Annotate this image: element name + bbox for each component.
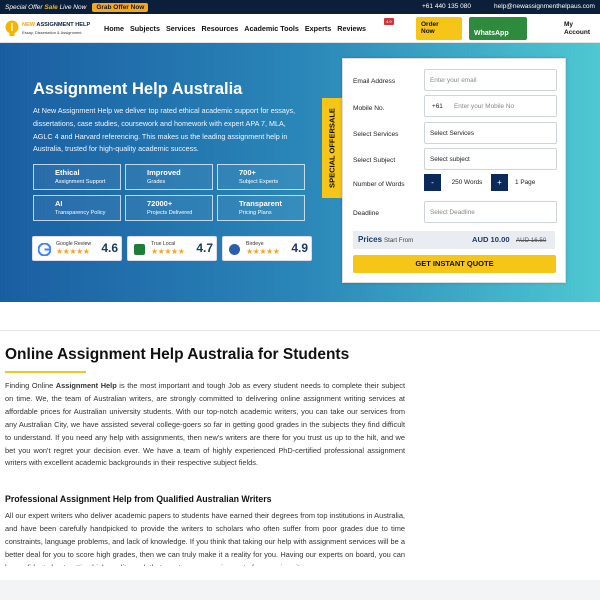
price-from: Start From [384, 236, 414, 244]
nav-item-academic-tools[interactable]: Academic Tools [244, 24, 299, 33]
offer-text: Special Offer Sale Live Now [5, 3, 87, 11]
subsection-heading: Professional Assignment Help from Qualif… [5, 494, 272, 504]
star-rating-icon: ★★★★★ [56, 247, 90, 256]
nav-item-home[interactable]: Home [104, 24, 124, 33]
heading-underline [5, 371, 86, 373]
phone-link[interactable]: +61 440 135 080 [422, 3, 471, 10]
whatsapp-button[interactable]: WhatsApp [469, 17, 527, 40]
top-bar: Special Offer Sale Live Now Grab Offer N… [0, 0, 600, 14]
feature-experts: 700+ Subject Experts [217, 164, 305, 190]
account-line2: Account [564, 29, 590, 36]
paragraph-clip: All our expert writers who deliver acade… [0, 508, 600, 566]
my-account-link[interactable]: My Account [564, 21, 590, 37]
order-now-button[interactable]: Order Now [416, 17, 462, 40]
words-increase-button[interactable]: + [491, 174, 508, 191]
review-score: 4.7 [196, 241, 213, 255]
services-label: Select Services [353, 131, 399, 138]
quote-form: Email Address Enter your email Mobile No… [342, 58, 566, 283]
deadline-field[interactable]: Select Deadline [424, 201, 557, 223]
grab-offer-button[interactable]: Grab Offer Now [92, 2, 149, 12]
feature-improved: Improved Grades [125, 164, 213, 190]
nav-item-services[interactable]: Services [166, 24, 196, 33]
order-label-line2: Now [421, 28, 435, 35]
account-line1: My [564, 21, 574, 28]
feature-title: Transparent [239, 199, 282, 208]
assignment-help-link[interactable]: Assignment Help [56, 381, 117, 390]
logo-tagline: Essay, Dissertation & Assignment [22, 30, 82, 35]
feature-title: AI [55, 199, 63, 208]
feature-sub: Grades [147, 179, 166, 185]
feature-sub: Transparency Policy [55, 210, 106, 216]
mobile-label: Mobile No. [353, 105, 385, 112]
feature-title: 72000+ [147, 199, 173, 208]
nav-item-experts[interactable]: Experts [305, 24, 331, 33]
intro-paragraph: Finding Online Assignment Help is the mo… [5, 381, 405, 468]
star-rating-icon: ★★★★★ [246, 247, 280, 256]
whatsapp-label: WhatsApp [474, 30, 509, 37]
feature-projects: 72000+ Projects Delivered [125, 195, 213, 221]
nav-item-resources[interactable]: Resources [202, 24, 239, 33]
words-label: Number of Words [353, 181, 405, 188]
nav-item-subjects[interactable]: Subjects [130, 24, 160, 33]
feature-ethical: Ethical Assignment Support [33, 164, 121, 190]
email-link[interactable]: help@newassignmenthelpaus.com [494, 3, 595, 10]
price-current: AUD 10.00 [472, 235, 510, 244]
order-label-line1: Order [421, 21, 439, 28]
price-box: Prices Start From AUD 10.00 AUD 16.50 [353, 231, 555, 249]
section-heading: Online Assignment Help Australia for Stu… [5, 346, 350, 363]
services-select[interactable]: Select Services [424, 122, 557, 144]
mobile-field[interactable]: Enter your Mobile No [449, 95, 557, 117]
price-old: AUD 16.50 [516, 236, 547, 244]
email-label: Email Address [353, 78, 396, 85]
nav-item-reviews[interactable]: Reviews [337, 24, 366, 33]
reviews-badge: 4.9 [384, 18, 394, 25]
review-truelocal[interactable]: True Local ★★★★★ 4.7 [127, 236, 217, 261]
deadline-label: Deadline [353, 210, 380, 217]
words-value: 250 Words [451, 179, 483, 186]
feature-pricing: Transparent Pricing Plans [217, 195, 305, 221]
hero-title: Assignment Help Australia [33, 80, 243, 98]
subject-label: Select Subject [353, 157, 396, 164]
subject-select[interactable]: Select subject [424, 148, 557, 170]
site-logo[interactable]: NEW ASSIGNMENT HELP Essay, Dissertation … [5, 20, 100, 40]
review-score: 4.9 [291, 241, 308, 255]
email-field[interactable]: Enter your email [424, 69, 557, 91]
words-decrease-button[interactable]: - [424, 174, 441, 191]
hero-intro: At New Assignment Help we deliver top ra… [33, 106, 296, 154]
feature-sub: Subject Experts [239, 179, 279, 185]
section-divider [0, 330, 600, 331]
feature-ai: AI Transparency Policy [33, 195, 121, 221]
feature-title: Ethical [55, 168, 80, 177]
review-score: 4.6 [101, 241, 118, 255]
pages-value: 1 Page [515, 179, 536, 186]
review-birdeye[interactable]: Birdeye ★★★★★ 4.9 [222, 236, 312, 261]
offer-tab-label: SPECIAL OFFERSALE [327, 108, 337, 188]
writers-paragraph: All our expert writers who deliver acade… [5, 511, 405, 566]
nav-menu: Home Subjects Services Resources Academi… [104, 24, 366, 33]
star-rating-icon: ★★★★★ [151, 247, 185, 256]
get-quote-button[interactable]: GET INSTANT QUOTE [353, 255, 556, 273]
feature-title: 700+ [239, 168, 256, 177]
logo-name: NEW ASSIGNMENT HELP [22, 22, 91, 28]
special-offer-tab[interactable]: SPECIAL OFFERSALE [322, 98, 342, 198]
feature-sub: Pricing Plans [239, 210, 272, 216]
truelocal-icon [134, 244, 145, 255]
feature-sub: Projects Delivered [147, 210, 193, 216]
main-nav: NEW ASSIGNMENT HELP Essay, Dissertation … [0, 14, 600, 43]
review-google[interactable]: Google Review ★★★★★ 4.6 [32, 236, 122, 261]
feature-sub: Assignment Support [55, 179, 106, 185]
bulb-logo-icon [5, 20, 19, 36]
feature-title: Improved [147, 168, 181, 177]
next-section-band [0, 580, 600, 600]
google-icon [38, 243, 51, 256]
birdeye-icon [229, 244, 240, 255]
country-code-select[interactable]: +61 [424, 95, 449, 117]
price-label: Prices [358, 235, 383, 244]
